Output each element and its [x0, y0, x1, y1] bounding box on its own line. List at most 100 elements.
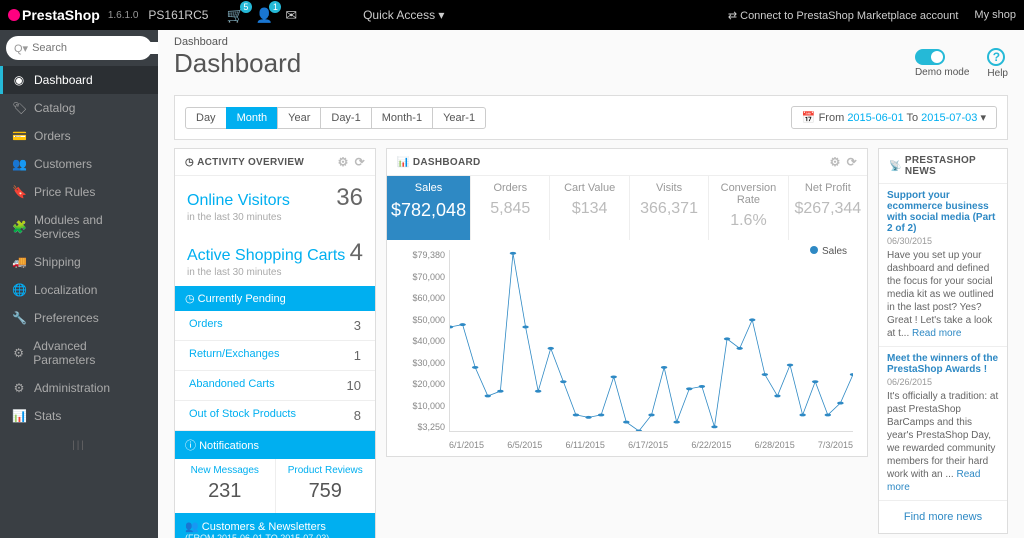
- help-label: Help: [987, 68, 1008, 79]
- news-panel: 📡 PRESTASHOP NEWS Support your ecommerce…: [878, 148, 1008, 534]
- brand-text: PrestaShop: [22, 7, 100, 23]
- refresh-icon[interactable]: ⟳: [847, 155, 857, 169]
- chart-icon: 📊: [397, 157, 410, 168]
- nav-icon: 🚚: [12, 255, 26, 269]
- logo-icon: [8, 9, 20, 21]
- metric-conversion[interactable]: Conversion Rate1.6%: [709, 176, 788, 240]
- nav-icon: 🧩: [12, 220, 26, 234]
- user-icon[interactable]: 👤1: [256, 7, 273, 24]
- nav-item-preferences[interactable]: 🔧 Preferences: [0, 304, 158, 332]
- metric-visits[interactable]: Visits366,371: [630, 176, 709, 240]
- refresh-icon[interactable]: ⟳: [355, 155, 365, 169]
- period-day1[interactable]: Day-1: [320, 107, 371, 129]
- topbar: PrestaShop 1.6.1.0 PS161RC5 🛒5 👤1 ✉ Quic…: [0, 0, 1024, 30]
- read-more-link[interactable]: Read more: [887, 469, 980, 493]
- notif-reviews[interactable]: Product Reviews 759: [275, 459, 376, 513]
- nav-item-price-rules[interactable]: 🔖Price Rules: [0, 178, 158, 206]
- chart-plot[interactable]: [449, 250, 853, 432]
- nav-label: Modules and Services: [34, 213, 146, 241]
- pending-returns-row[interactable]: Return/Exchanges1: [175, 341, 375, 371]
- nav-icon: ⚙: [12, 381, 26, 395]
- search-box[interactable]: Q▾: [6, 36, 152, 60]
- nav-item-customers[interactable]: 👥Customers: [0, 150, 158, 178]
- demo-mode-toggle[interactable]: [915, 49, 945, 65]
- sidebar: Q▾ ◉Dashboard 🏷 Catalog 💳Orders👥Customers🔖P…: [0, 30, 158, 538]
- dashboard-panel: 📊 DASHBOARD ⚙ ⟳ Sales$782,048 Orders5,84…: [386, 148, 868, 457]
- pending-abandoned-row[interactable]: Abandoned Carts10: [175, 371, 375, 401]
- active-carts-value: 4: [350, 239, 363, 267]
- period-year1[interactable]: Year-1: [432, 107, 486, 129]
- news-item: Support your ecommerce business with soc…: [879, 184, 1007, 347]
- cart-icon[interactable]: 🛒5: [226, 7, 243, 24]
- nav-label: Administration: [34, 381, 110, 395]
- logo[interactable]: PrestaShop: [8, 7, 100, 23]
- pending-header: ◷ Currently Pending: [175, 286, 375, 311]
- settings-icon[interactable]: ⚙: [830, 155, 841, 169]
- period-month1[interactable]: Month-1: [371, 107, 433, 129]
- nav-item-modules-and-services[interactable]: 🧩 Modules and Services: [0, 206, 158, 248]
- activity-overview-panel: ◷ ACTIVITY OVERVIEW ⚙ ⟳ Online Visitors …: [174, 148, 376, 538]
- mail-icon[interactable]: ✉: [285, 7, 297, 24]
- chart-x-labels: 6/1/20156/5/20156/11/20156/17/20156/22/2…: [449, 440, 853, 450]
- nav-item-orders[interactable]: 💳Orders: [0, 122, 158, 150]
- nav-item-catalog[interactable]: 🏷 Catalog: [0, 94, 158, 122]
- settings-icon[interactable]: ⚙: [338, 155, 349, 169]
- sidebar-collapse-grip[interactable]: |||: [0, 440, 158, 451]
- metric-sales[interactable]: Sales$782,048: [387, 176, 471, 240]
- news-item-title[interactable]: Meet the winners of the PrestaShop Award…: [887, 353, 999, 375]
- news-item-date: 06/26/2015: [887, 377, 999, 387]
- chart-y-labels: $79,380$70,000$60,000$50,000$40,000$30,0…: [401, 250, 445, 432]
- period-toolbar: Day Month Year Day-1 Month-1 Year-1 📅 Fr…: [174, 95, 1008, 140]
- nav-icon: 🏷: [12, 101, 26, 115]
- nav-label: Advanced Parameters: [33, 339, 146, 367]
- nav-icon: 🔧: [12, 311, 26, 325]
- nav-item-shipping[interactable]: 🚚 Shipping: [0, 248, 158, 276]
- nav-label: Preferences: [34, 311, 99, 325]
- main-content: Dashboard Dashboard Demo mode ? Help Day…: [158, 30, 1024, 538]
- help-icon[interactable]: ?: [987, 48, 1005, 66]
- version-text: 1.6.1.0: [108, 10, 139, 21]
- rss-icon: 📡: [889, 161, 902, 172]
- read-more-link[interactable]: Read more: [912, 328, 961, 339]
- news-title: PRESTASHOP NEWS: [905, 155, 997, 177]
- pending-orders-row[interactable]: Orders3: [175, 311, 375, 341]
- period-year[interactable]: Year: [277, 107, 321, 129]
- nav-icon: 📊: [12, 409, 26, 423]
- nav-item-stats[interactable]: 📊Stats: [0, 402, 158, 430]
- news-item-title[interactable]: Support your ecommerce business with soc…: [887, 190, 999, 234]
- nav-item-localization[interactable]: 🌐Localization: [0, 276, 158, 304]
- nav-item-dashboard[interactable]: ◉Dashboard: [0, 66, 158, 94]
- metric-cart-value[interactable]: Cart Value$134: [550, 176, 629, 240]
- nav-label: Catalog: [34, 101, 75, 115]
- period-day[interactable]: Day: [185, 107, 227, 129]
- search-icon: Q▾: [14, 42, 28, 55]
- find-more-news[interactable]: Find more news: [879, 501, 1007, 533]
- dashboard-title: DASHBOARD: [413, 157, 481, 168]
- demo-mode-label: Demo mode: [915, 67, 969, 78]
- metric-orders[interactable]: Orders5,845: [471, 176, 550, 240]
- metric-net-profit[interactable]: Net Profit$267,344: [789, 176, 867, 240]
- active-carts-sub: in the last 30 minutes: [187, 267, 363, 278]
- customers-newsletters-header[interactable]: 👥 Customers & Newsletters (FROM 2015-06-…: [175, 513, 375, 538]
- active-carts-label[interactable]: Active Shopping Carts: [187, 247, 345, 265]
- marketplace-link[interactable]: ⇄ Connect to PrestaShop Marketplace acco…: [728, 9, 959, 22]
- nav-item-advanced-parameters[interactable]: ⚙Advanced Parameters: [0, 332, 158, 374]
- search-input[interactable]: [32, 42, 158, 54]
- nav-label: Price Rules: [34, 185, 95, 199]
- notif-messages[interactable]: New Messages 231: [175, 459, 275, 513]
- nav-item-administration[interactable]: ⚙ Administration: [0, 374, 158, 402]
- user-badge: 1: [269, 1, 281, 13]
- my-shop-link[interactable]: My shop: [974, 9, 1016, 21]
- news-item-text: Have you set up your dashboard and defin…: [887, 249, 999, 340]
- pending-oos-row[interactable]: Out of Stock Products8: [175, 401, 375, 431]
- shop-name[interactable]: PS161RC5: [148, 8, 208, 22]
- online-visitors-label[interactable]: Online Visitors: [187, 192, 290, 210]
- notifications-header: ⓘ Notifications: [175, 431, 375, 459]
- quick-access[interactable]: Quick Access ▾: [363, 8, 444, 22]
- date-range-button[interactable]: 📅 From 2015-06-01 To 2015-07-03 ▾: [791, 106, 997, 129]
- breadcrumb: Dashboard: [158, 30, 1024, 48]
- cart-badge: 5: [240, 1, 252, 13]
- nav-label: Dashboard: [34, 73, 93, 87]
- nav-label: Shipping: [34, 255, 81, 269]
- period-month[interactable]: Month: [226, 107, 279, 129]
